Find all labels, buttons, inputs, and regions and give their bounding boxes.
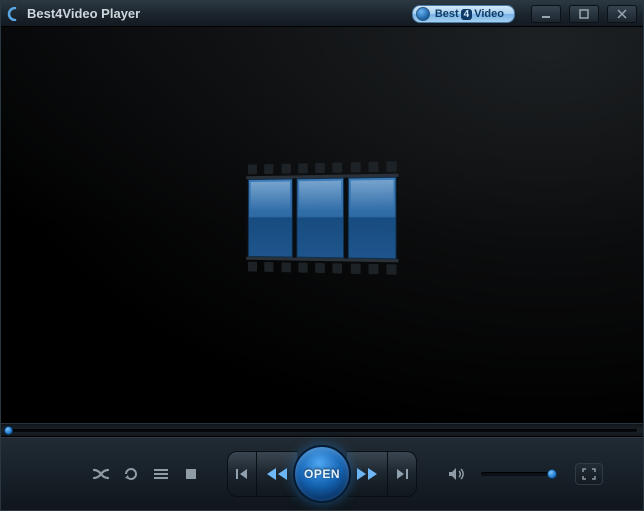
minimize-button[interactable] [531,5,561,23]
forward-icon [355,466,379,482]
minimize-icon [541,9,551,19]
repeat-button[interactable] [117,463,145,485]
fullscreen-button[interactable] [575,463,603,485]
filmstrip-placeholder-icon [246,159,398,277]
playlist-icon [154,468,168,480]
video-viewport[interactable] [1,27,643,423]
brand-globe-icon [416,7,430,21]
app-logo-icon [7,7,21,21]
brand-num: 4 [461,9,473,20]
seek-bar[interactable] [1,423,643,437]
skip-prev-icon [235,467,249,481]
close-button[interactable] [607,5,637,23]
volume-thumb[interactable] [547,469,557,479]
volume-icon [448,467,466,481]
seek-track [7,429,637,432]
forward-button[interactable] [347,451,387,497]
brand-left: Best [435,8,459,20]
stop-icon [185,468,197,480]
rewind-icon [265,466,289,482]
seek-thumb[interactable] [4,426,13,435]
skip-prev-button[interactable] [227,451,257,497]
open-play-button[interactable]: OPEN [293,445,351,503]
rewind-button[interactable] [257,451,297,497]
playlist-button[interactable] [147,463,175,485]
brand-badge[interactable]: Best4Video [412,5,515,23]
titlebar: Best4Video Player Best4Video [1,1,643,27]
app-title: Best4Video Player [27,6,140,21]
skip-next-button[interactable] [387,451,417,497]
volume-slider[interactable] [481,472,557,476]
brand-text: Best4Video [435,8,504,20]
close-icon [617,9,627,19]
skip-next-icon [395,467,409,481]
brand-right: Video [474,8,504,20]
repeat-icon [123,466,139,482]
stop-button[interactable] [177,463,205,485]
volume-button[interactable] [443,463,471,485]
maximize-icon [579,9,589,19]
shuffle-icon [92,467,110,481]
fullscreen-icon [582,468,596,480]
control-bar: OPEN [1,437,643,510]
maximize-button[interactable] [569,5,599,23]
shuffle-button[interactable] [87,463,115,485]
